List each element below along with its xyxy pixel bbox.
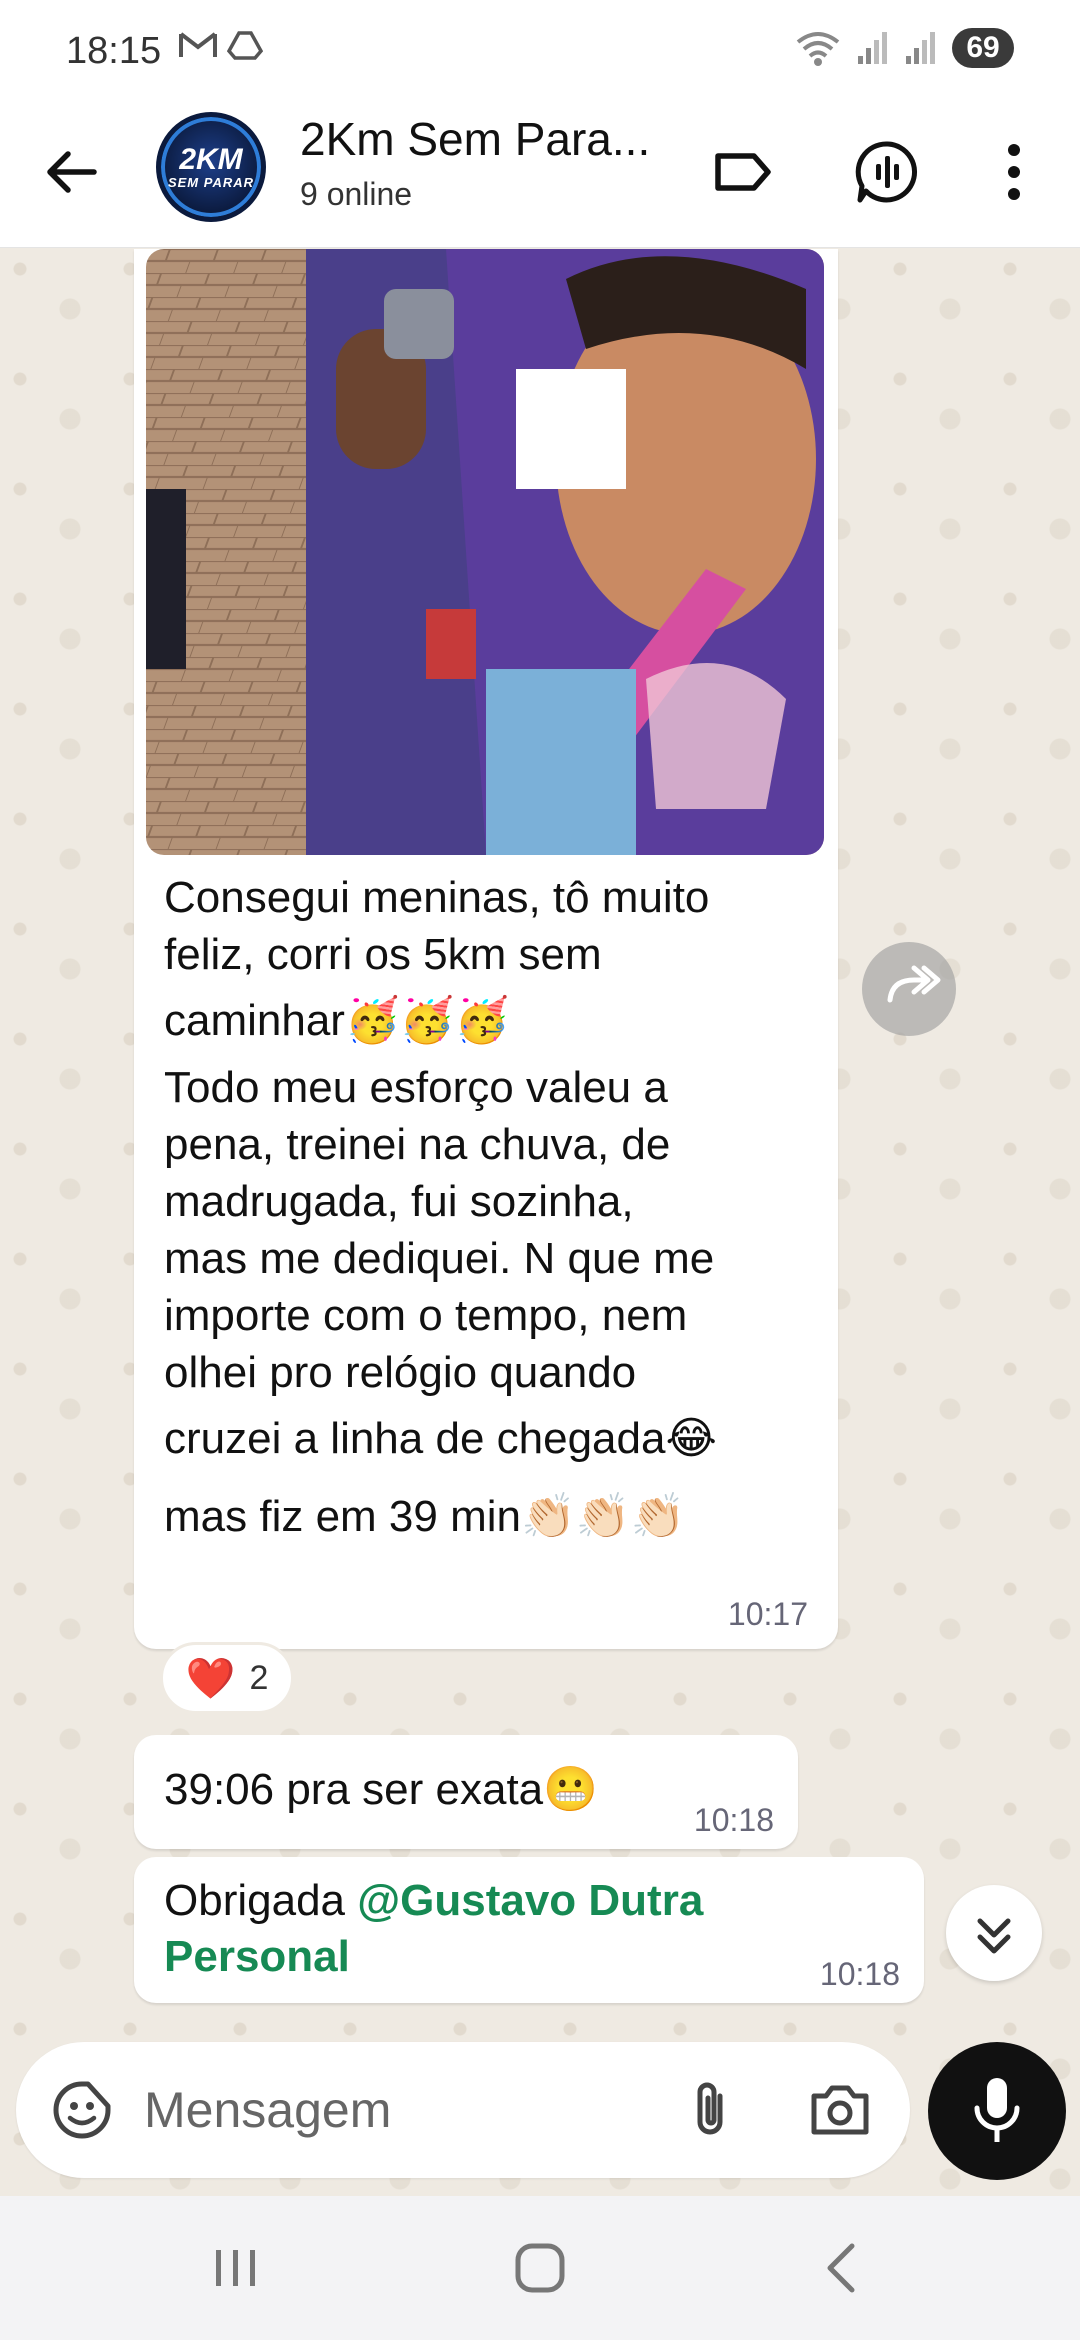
message-time: 10:18 [819,1956,900,1992]
caption-line: Consegui meninas, tô muito [164,873,710,922]
chat-header: 2KM SEM PARAR 2Km Sem Para... 9 online [0,100,1080,248]
caption-line: pena, treinei na chuva, de [164,1120,671,1169]
message-input[interactable] [144,2080,664,2140]
caption-line: cruzei a linha de chegada😂 [164,1414,717,1463]
caption-line: importe com o tempo, nem [164,1291,688,1340]
caption-line: olhei pro relógio quando [164,1348,637,1397]
user-mention[interactable]: @Gustavo Dutra [357,1876,703,1925]
reaction-pill[interactable]: ❤️ 2 [160,1642,294,1714]
heart-reaction-icon: ❤️ [185,1656,236,1701]
message-caption: Consegui meninas, tô muito feliz, corri … [164,869,824,1557]
caption-line: madrugada, fui sozinha, [164,1177,634,1226]
online-count: 9 online [300,176,413,212]
status-time: 18:15 [66,30,162,72]
drive-icon [227,31,264,60]
message-time: 10:18 [693,1802,774,1838]
message-text: 39:06 pra ser exata😬 [164,1765,598,1814]
message-time: 10:17 [727,1596,808,1632]
more-options-icon[interactable] [978,136,1050,208]
reaction-count: 2 [249,1658,269,1697]
message-bubble[interactable]: Obrigada @Gustavo Dutra Personal 10:18 [134,1857,924,2003]
forward-icon[interactable] [862,942,956,1036]
caption-line: Todo meu esforço valeu a [164,1063,668,1112]
user-mention-continued[interactable]: Personal [164,1929,703,1985]
notification-icons [178,30,264,69]
camera-icon[interactable] [806,2078,874,2142]
microphone-icon[interactable] [928,2042,1066,2180]
status-bar: 18:15 69 [0,0,1080,100]
caption-line: mas fiz em 39 min👏🏻👏🏻👏🏻 [164,1492,686,1541]
back-nav-icon[interactable] [806,2232,878,2304]
battery-indicator: 69 [952,28,1014,68]
group-title[interactable]: 2Km Sem Para... [300,112,650,166]
avatar-logo-subtext: SEM PARAR [167,174,255,190]
label-tag-icon[interactable] [706,136,778,208]
signal-icon [858,32,887,64]
chat-area[interactable]: Consegui meninas, tô muito feliz, corri … [0,249,1080,2199]
scroll-to-bottom-icon[interactable] [946,1885,1042,1981]
message-bubble[interactable]: Consegui meninas, tô muito feliz, corri … [134,249,838,1649]
group-avatar[interactable]: 2KM SEM PARAR [156,112,266,222]
caption-line: mas me dediquei. N que me [164,1234,715,1283]
recent-apps-icon[interactable] [200,2232,272,2304]
system-navigation-bar [0,2196,1080,2340]
avatar-logo-text: 2KM [179,142,243,176]
gmail-icon [179,32,217,57]
signal-icon-2 [906,32,935,64]
sticker-emoji-icon[interactable] [50,2078,114,2142]
message-text-prefix: Obrigada [164,1876,358,1925]
message-text: Obrigada @Gustavo Dutra Personal [164,1873,703,1985]
message-bubble[interactable]: 39:06 pra ser exata😬 10:18 [134,1735,798,1849]
attach-paperclip-icon[interactable] [676,2076,744,2144]
caption-line: caminhar🥳🥳🥳 [164,996,510,1045]
home-icon[interactable] [504,2232,576,2304]
message-photo[interactable] [146,249,824,855]
caption-line: feliz, corri os 5km sem [164,930,602,979]
back-arrow-icon[interactable] [40,140,104,204]
message-composer [16,2042,910,2178]
wifi-icon [796,32,840,66]
voice-chat-icon[interactable] [852,136,924,208]
runner-photo-image [146,249,824,855]
